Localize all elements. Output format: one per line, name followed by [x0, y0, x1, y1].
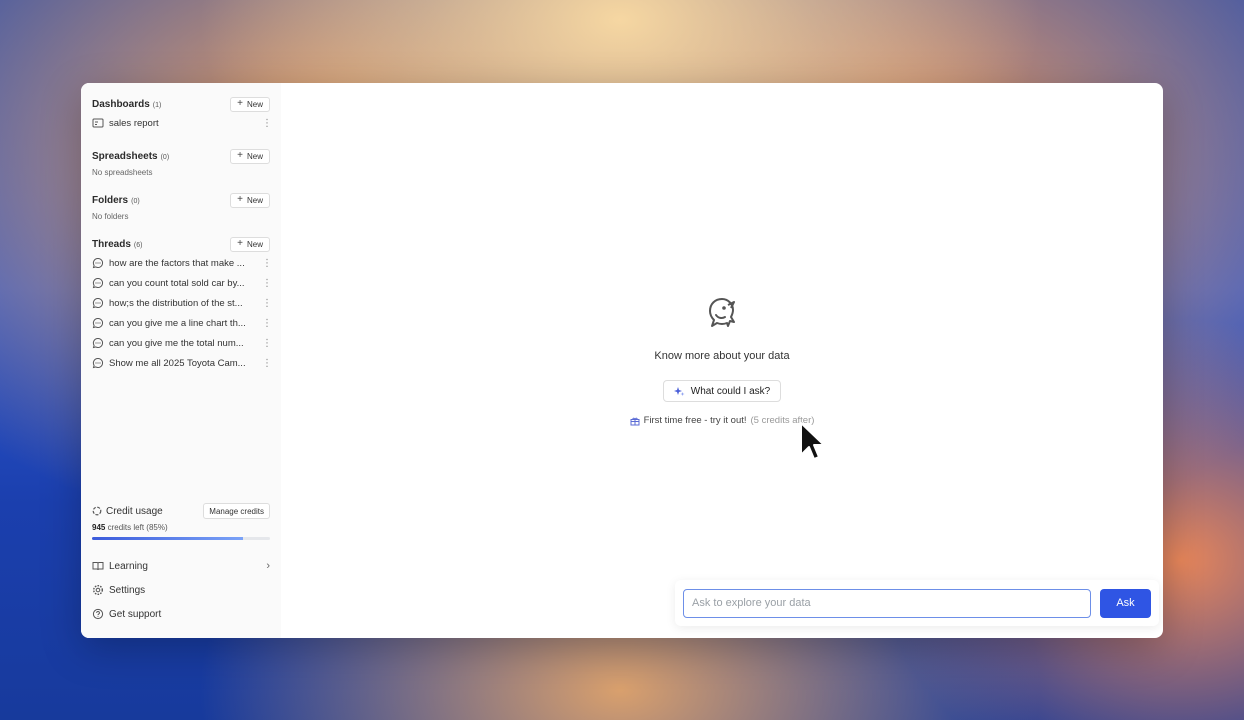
credits-value: 945 [92, 523, 106, 532]
plus-icon: + [237, 194, 243, 205]
spreadsheets-empty: No spreadsheets [92, 168, 153, 177]
mouse-cursor-icon [800, 422, 825, 460]
hero-title: Know more about your data [654, 350, 790, 362]
thread-item[interactable]: can you give me the total num... ⋮ [92, 333, 272, 353]
more-options-icon[interactable]: ⋮ [262, 338, 272, 349]
dashboards-title: Dashboards (1) [92, 98, 162, 110]
new-spreadsheet-button[interactable]: + New [230, 148, 270, 164]
help-circle-icon [92, 608, 104, 620]
what-could-i-ask-button[interactable]: What could I ask? [662, 380, 782, 402]
sparkle-icon [673, 386, 685, 396]
sidebar-item-dashboard[interactable]: sales report ⋮ [92, 113, 272, 133]
chat-bubble-icon [92, 337, 104, 349]
thread-item[interactable]: can you count total sold car by... ⋮ [92, 273, 272, 293]
chat-bubble-icon [92, 297, 104, 309]
credit-usage-header: Credit usage Manage credits [92, 503, 270, 519]
dashboard-item-label: sales report [109, 117, 159, 129]
folders-title: Folders (0) [92, 194, 140, 206]
chat-bubble-icon [92, 257, 104, 269]
thread-item-label: can you give me the total num... [109, 337, 244, 349]
gear-icon [92, 584, 104, 596]
settings-link[interactable]: Settings [92, 581, 270, 599]
dashboards-count: (1) [152, 101, 162, 109]
plus-icon: + [237, 98, 243, 109]
credit-progress-bar [92, 537, 270, 540]
book-icon [92, 562, 104, 571]
threads-section: Threads (6) + New how are the factors that… [92, 235, 272, 373]
spreadsheets-header: Spreadsheets (0) + New [92, 147, 270, 165]
more-options-icon[interactable]: ⋮ [262, 278, 272, 289]
dashboards-section: Dashboards (1) + New sales report ⋮ [92, 95, 272, 133]
threads-header: Threads (6) + New [92, 235, 270, 253]
thread-item-label: how are the factors that make ... [109, 257, 245, 269]
more-options-icon[interactable]: ⋮ [262, 118, 272, 129]
empty-state: Know more about your data What could I a… [281, 293, 1163, 426]
sidebar: Dashboards (1) + New sales report ⋮ Spread… [81, 83, 281, 638]
credits-suffix: credits left (85%) [107, 523, 168, 532]
support-label: Get support [109, 608, 162, 620]
threads-title: Threads (6) [92, 238, 143, 250]
chat-bubble-icon [92, 277, 104, 289]
new-dashboard-label: New [246, 99, 263, 109]
free-trial-label: First time free - try it out! [643, 415, 747, 426]
support-link[interactable]: Get support [92, 605, 270, 623]
learning-label: Learning [109, 560, 148, 572]
thread-item[interactable]: Show me all 2025 Toyota Cam... ⋮ [92, 353, 272, 373]
credit-usage-label: Credit usage [106, 505, 163, 517]
credits-left-text: 945 credits left (85%) [92, 523, 270, 532]
new-thread-label: New [246, 239, 263, 249]
new-folder-button[interactable]: + New [230, 192, 270, 208]
chevron-right-icon: › [266, 560, 270, 572]
thread-item-label: Show me all 2025 Toyota Cam... [109, 357, 246, 369]
plus-icon: + [237, 150, 243, 161]
ask-button[interactable]: Ask [1100, 588, 1151, 618]
dashboards-header: Dashboards (1) + New [92, 95, 270, 113]
credit-usage-panel: Credit usage Manage credits 945 credits … [92, 503, 270, 540]
chat-bubble-icon [92, 357, 104, 369]
threads-count: (6) [133, 241, 143, 249]
ask-composer: Ask [675, 580, 1159, 626]
more-options-icon[interactable]: ⋮ [262, 318, 272, 329]
folders-empty: No folders [92, 212, 129, 221]
folders-header: Folders (0) + New [92, 191, 270, 209]
new-folder-label: New [246, 195, 263, 205]
spreadsheets-section: Spreadsheets (0) + New No spreadsheets [92, 147, 270, 177]
spreadsheets-title: Spreadsheets (0) [92, 150, 170, 162]
thread-item[interactable]: how are the factors that make ... ⋮ [92, 253, 272, 273]
credit-progress-fill [92, 537, 244, 540]
thread-item[interactable]: how;s the distribution of the st... ⋮ [92, 293, 272, 313]
bird-logo-icon [709, 298, 735, 327]
folders-count: (0) [131, 197, 140, 205]
new-thread-button[interactable]: + New [230, 236, 270, 252]
learning-link[interactable]: Learning › [92, 557, 270, 575]
credit-usage-title: Credit usage [92, 506, 163, 517]
bottom-nav: Learning › Settings Get support [92, 557, 270, 629]
folders-section: Folders (0) + New No folders [92, 191, 270, 221]
plus-icon: + [237, 238, 243, 249]
spreadsheets-count: (0) [160, 153, 170, 161]
spinner-icon [92, 506, 102, 516]
new-dashboard-button[interactable]: + New [230, 96, 270, 112]
thread-item-label: can you give me a line chart th... [109, 317, 246, 329]
more-options-icon[interactable]: ⋮ [262, 298, 272, 309]
main-area: Know more about your data What could I a… [281, 83, 1163, 638]
manage-credits-button[interactable]: Manage credits [203, 503, 270, 519]
gift-icon [630, 417, 640, 425]
app-window: Dashboards (1) + New sales report ⋮ Spread… [81, 83, 1163, 638]
thread-item-label: can you count total sold car by... [109, 277, 245, 289]
free-trial-text: First time free - try it out! (5 credits… [281, 415, 1163, 426]
what-could-i-ask-label: What could I ask? [690, 385, 771, 397]
dashboard-icon [92, 118, 104, 128]
chat-bubble-icon [92, 317, 104, 329]
thread-item-label: how;s the distribution of the st... [109, 297, 243, 309]
ask-input[interactable] [683, 588, 1091, 618]
new-spreadsheet-label: New [246, 151, 263, 161]
thread-item[interactable]: can you give me a line chart th... ⋮ [92, 313, 272, 333]
more-options-icon[interactable]: ⋮ [262, 258, 272, 269]
more-options-icon[interactable]: ⋮ [262, 358, 272, 369]
settings-label: Settings [109, 584, 146, 596]
